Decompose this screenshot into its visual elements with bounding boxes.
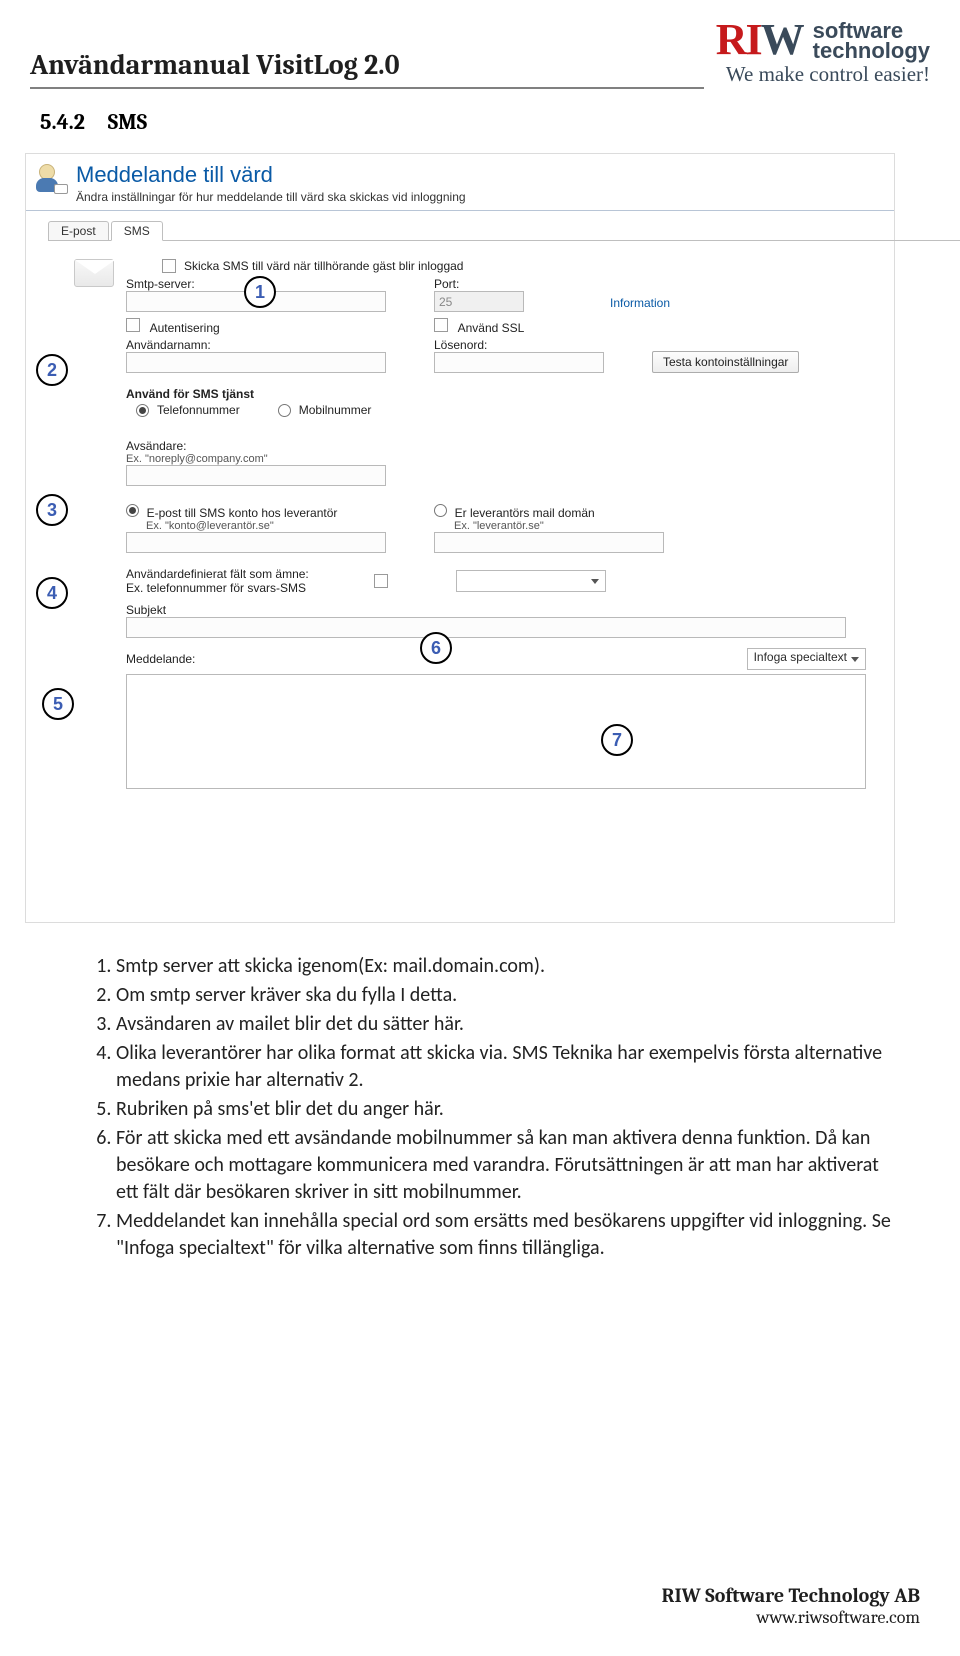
callout-marker-3: 3 <box>36 494 68 526</box>
instruction-item: Olika leverantörer har olika format att … <box>116 1040 900 1094</box>
document-header: Användarmanual VisitLog 2.0 RIW software… <box>0 0 960 89</box>
instruction-item: Om smtp server kräver ska du fylla I det… <box>116 982 900 1009</box>
password-label: Lösenord: <box>434 338 634 352</box>
username-label: Användarnamn: <box>126 338 426 352</box>
send-sms-label: Skicka SMS till värd när tillhörande gäs… <box>184 259 463 273</box>
port-input[interactable] <box>434 291 524 312</box>
provider-email-label: E-post till SMS konto hos leverantör <box>147 506 338 520</box>
phone-radio-label: Telefonnummer <box>157 403 240 417</box>
custom-field-label-l2: Ex. telefonnummer för svars-SMS <box>126 581 366 595</box>
ssl-checkbox[interactable] <box>434 318 448 332</box>
footer-url: www.riwsoftware.com <box>662 1607 920 1628</box>
document-title: Användarmanual VisitLog 2.0 <box>30 49 704 89</box>
password-input[interactable] <box>434 352 604 373</box>
instruction-item: Smtp server att skicka igenom(Ex: mail.d… <box>116 953 900 980</box>
use-for-sms-label: Använd för SMS tjänst <box>126 387 874 401</box>
company-logo: RIW software technology We make control … <box>716 18 930 89</box>
form-area: Skicka SMS till värd när tillhörande gäs… <box>126 256 874 912</box>
test-settings-button[interactable]: Testa kontoinställningar <box>652 351 799 373</box>
tabs-bar: E-post SMS <box>48 217 894 241</box>
message-label: Meddelande: <box>126 652 195 666</box>
callout-marker-2: 2 <box>36 354 68 386</box>
port-label: Port: <box>434 277 584 291</box>
custom-field-checkbox[interactable] <box>374 574 388 588</box>
smtp-label: Smtp-server: <box>126 277 426 291</box>
section-heading: 5.4.2 SMS <box>0 89 960 145</box>
provider-domain-input[interactable] <box>434 532 664 553</box>
custom-field-dropdown[interactable] <box>456 570 606 592</box>
app-screenshot: Meddelande till värd Ändra inställningar… <box>25 153 895 923</box>
provider-domain-label: Er leverantörs mail domän <box>455 506 595 520</box>
provider-email-input[interactable] <box>126 532 386 553</box>
logo-tagline: We make control easier! <box>716 64 930 85</box>
provider-domain-hint: Ex. "leverantör.se" <box>454 520 694 532</box>
sender-hint: Ex. "noreply@company.com" <box>126 453 874 465</box>
mobile-radio-label: Mobilnummer <box>299 403 372 417</box>
ssl-label: Använd SSL <box>458 321 525 335</box>
envelope-icon <box>74 259 114 287</box>
section-number: 5.4.2 <box>40 109 85 135</box>
custom-field-label-l1: Användardefinierat fält som ämne: <box>126 567 366 581</box>
panel-subtitle: Ändra inställningar för hur meddelande t… <box>76 190 466 204</box>
information-link[interactable]: Information <box>610 296 670 310</box>
insert-special-dropdown[interactable]: Infoga specialtext <box>747 648 866 670</box>
callout-marker-5: 5 <box>42 688 74 720</box>
auth-checkbox[interactable] <box>126 318 140 332</box>
subject-input[interactable] <box>126 617 846 638</box>
provider-email-hint: Ex. "konto@leverantör.se" <box>146 520 426 532</box>
username-input[interactable] <box>126 352 386 373</box>
provider-email-radio[interactable] <box>126 504 139 517</box>
tab-email[interactable]: E-post <box>48 221 109 241</box>
sender-input[interactable] <box>126 465 386 486</box>
panel-header: Meddelande till värd Ändra inställningar… <box>26 154 894 211</box>
tab-sms[interactable]: SMS <box>111 221 163 241</box>
callout-marker-7: 7 <box>601 724 633 756</box>
instruction-list: Smtp server att skicka igenom(Ex: mail.d… <box>90 953 900 1262</box>
auth-label: Autentisering <box>150 321 220 335</box>
provider-domain-radio[interactable] <box>434 504 447 517</box>
instruction-item: Rubriken på sms'et blir det du anger här… <box>116 1096 900 1123</box>
document-footer: RIW Software Technology AB www.riwsoftwa… <box>662 1584 920 1628</box>
logo-riw-icon: RIW <box>716 18 803 62</box>
person-icon <box>34 162 66 194</box>
callout-marker-1: 1 <box>244 276 276 308</box>
footer-company: RIW Software Technology AB <box>662 1584 920 1607</box>
phone-radio[interactable] <box>136 404 149 417</box>
instruction-item: Meddelandet kan innehålla special ord so… <box>116 1208 900 1262</box>
callout-marker-4: 4 <box>36 577 68 609</box>
panel-title: Meddelande till värd <box>76 162 466 188</box>
instruction-item: För att skicka med ett avsändande mobiln… <box>116 1125 900 1206</box>
callout-marker-6: 6 <box>420 632 452 664</box>
send-sms-checkbox[interactable] <box>162 259 176 273</box>
sender-label: Avsändare: <box>126 439 874 453</box>
instruction-item: Avsändaren av mailet blir det du sätter … <box>116 1011 900 1038</box>
mobile-radio[interactable] <box>278 404 291 417</box>
logo-line2: technology <box>813 41 930 61</box>
subject-label: Subjekt <box>126 603 874 617</box>
section-title: SMS <box>108 109 147 135</box>
message-textarea[interactable] <box>126 674 866 789</box>
